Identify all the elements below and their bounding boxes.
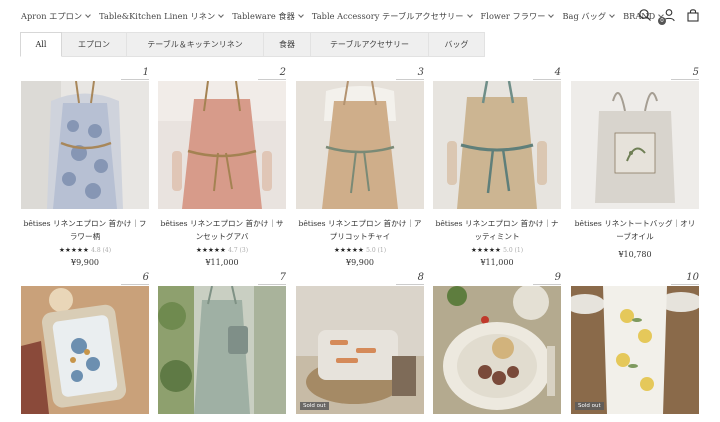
product-title[interactable]: bêtises リネンエプロン 首かけ｜サンセットグアバ	[158, 217, 286, 243]
divider	[121, 79, 149, 80]
divider	[396, 79, 424, 80]
product-rating: ★★★★★ 4.8 (4)	[58, 246, 112, 254]
product-rating: ★★★★★ 5.0 (1)	[470, 246, 524, 254]
sold-out-badge: Sold out	[575, 402, 604, 410]
product-image[interactable]	[433, 81, 561, 209]
product-price: ¥10,780	[618, 250, 652, 259]
divider	[121, 284, 149, 285]
divider	[671, 284, 699, 285]
product-number: 1	[142, 67, 149, 78]
product-number: 9	[554, 272, 561, 283]
star-rating-icon: ★★★★★	[58, 246, 90, 254]
star-rating-icon: ★★★★★	[333, 246, 365, 254]
product-image[interactable]	[21, 81, 149, 209]
product-number: 3	[417, 67, 424, 78]
product-image[interactable]	[433, 286, 561, 414]
product-card[interactable]: 4 bêtises リネンエプロン 首かけ｜ナッティミント ★★★★★ 5.0 (…	[433, 67, 561, 267]
product-number: 5	[692, 67, 699, 78]
product-image[interactable]: Sold out	[571, 286, 699, 414]
product-image[interactable]	[571, 81, 699, 209]
star-rating-icon: ★★★★★	[470, 246, 502, 254]
product-number: 6	[142, 272, 149, 283]
product-card[interactable]: 3 bêtises リネンエプロン 首かけ｜アプリコットチャイ ★★★★★ 5.0…	[296, 67, 424, 267]
product-card[interactable]: 10 Sold out	[571, 272, 699, 414]
product-card[interactable]: 2 bêtises リネンエプロン 首かけ｜サンセットグアバ ★★★★★ 4.7 …	[158, 67, 286, 267]
product-number: 4	[554, 67, 561, 78]
sold-out-badge: Sold out	[300, 402, 329, 410]
product-rating: ★★★★★ 4.7 (3)	[195, 246, 249, 254]
product-card[interactable]: 9	[433, 272, 561, 414]
divider	[533, 79, 561, 80]
product-title[interactable]: bêtises リネントートバッグ｜オリーブオイル	[571, 217, 699, 243]
product-title[interactable]: bêtises リネンエプロン 首かけ｜ナッティミント	[433, 217, 561, 243]
product-price: ¥11,000	[480, 258, 514, 267]
product-image[interactable]	[158, 81, 286, 209]
product-rating: ★★★★★ 5.0 (1)	[333, 246, 387, 254]
divider	[258, 79, 286, 80]
divider	[396, 284, 424, 285]
star-rating-icon: ★★★★★	[195, 246, 227, 254]
divider	[258, 284, 286, 285]
product-price: ¥9,900	[346, 258, 374, 267]
product-card[interactable]: 1 bêtises リネンエプロン 首かけ｜フラワー柄 ★★★★★ 4.8 (4)…	[21, 67, 149, 267]
product-image[interactable]	[296, 81, 424, 209]
product-title[interactable]: bêtises リネンエプロン 首かけ｜フラワー柄	[21, 217, 149, 243]
product-image[interactable]: Sold out	[296, 286, 424, 414]
product-number: 8	[417, 272, 424, 283]
product-number: 2	[279, 67, 286, 78]
divider	[533, 284, 561, 285]
product-price: ¥11,000	[205, 258, 239, 267]
divider	[671, 79, 699, 80]
product-price: ¥9,900	[71, 258, 99, 267]
product-card[interactable]: 8 Sold out	[296, 272, 424, 414]
product-card[interactable]: 5 bêtises リネントートバッグ｜オリーブオイル ¥10,780	[571, 67, 699, 259]
product-number: 10	[686, 272, 699, 283]
product-image[interactable]	[21, 286, 149, 414]
product-card[interactable]: 7	[158, 272, 286, 414]
product-card[interactable]: 6	[21, 272, 149, 414]
product-grid: 1 bêtises リネンエプロン 首かけ｜フラワー柄 ★★★★★ 4.8 (4)…	[0, 0, 720, 422]
product-number: 7	[279, 272, 286, 283]
product-image[interactable]	[158, 286, 286, 414]
product-title[interactable]: bêtises リネンエプロン 首かけ｜アプリコットチャイ	[296, 217, 424, 243]
